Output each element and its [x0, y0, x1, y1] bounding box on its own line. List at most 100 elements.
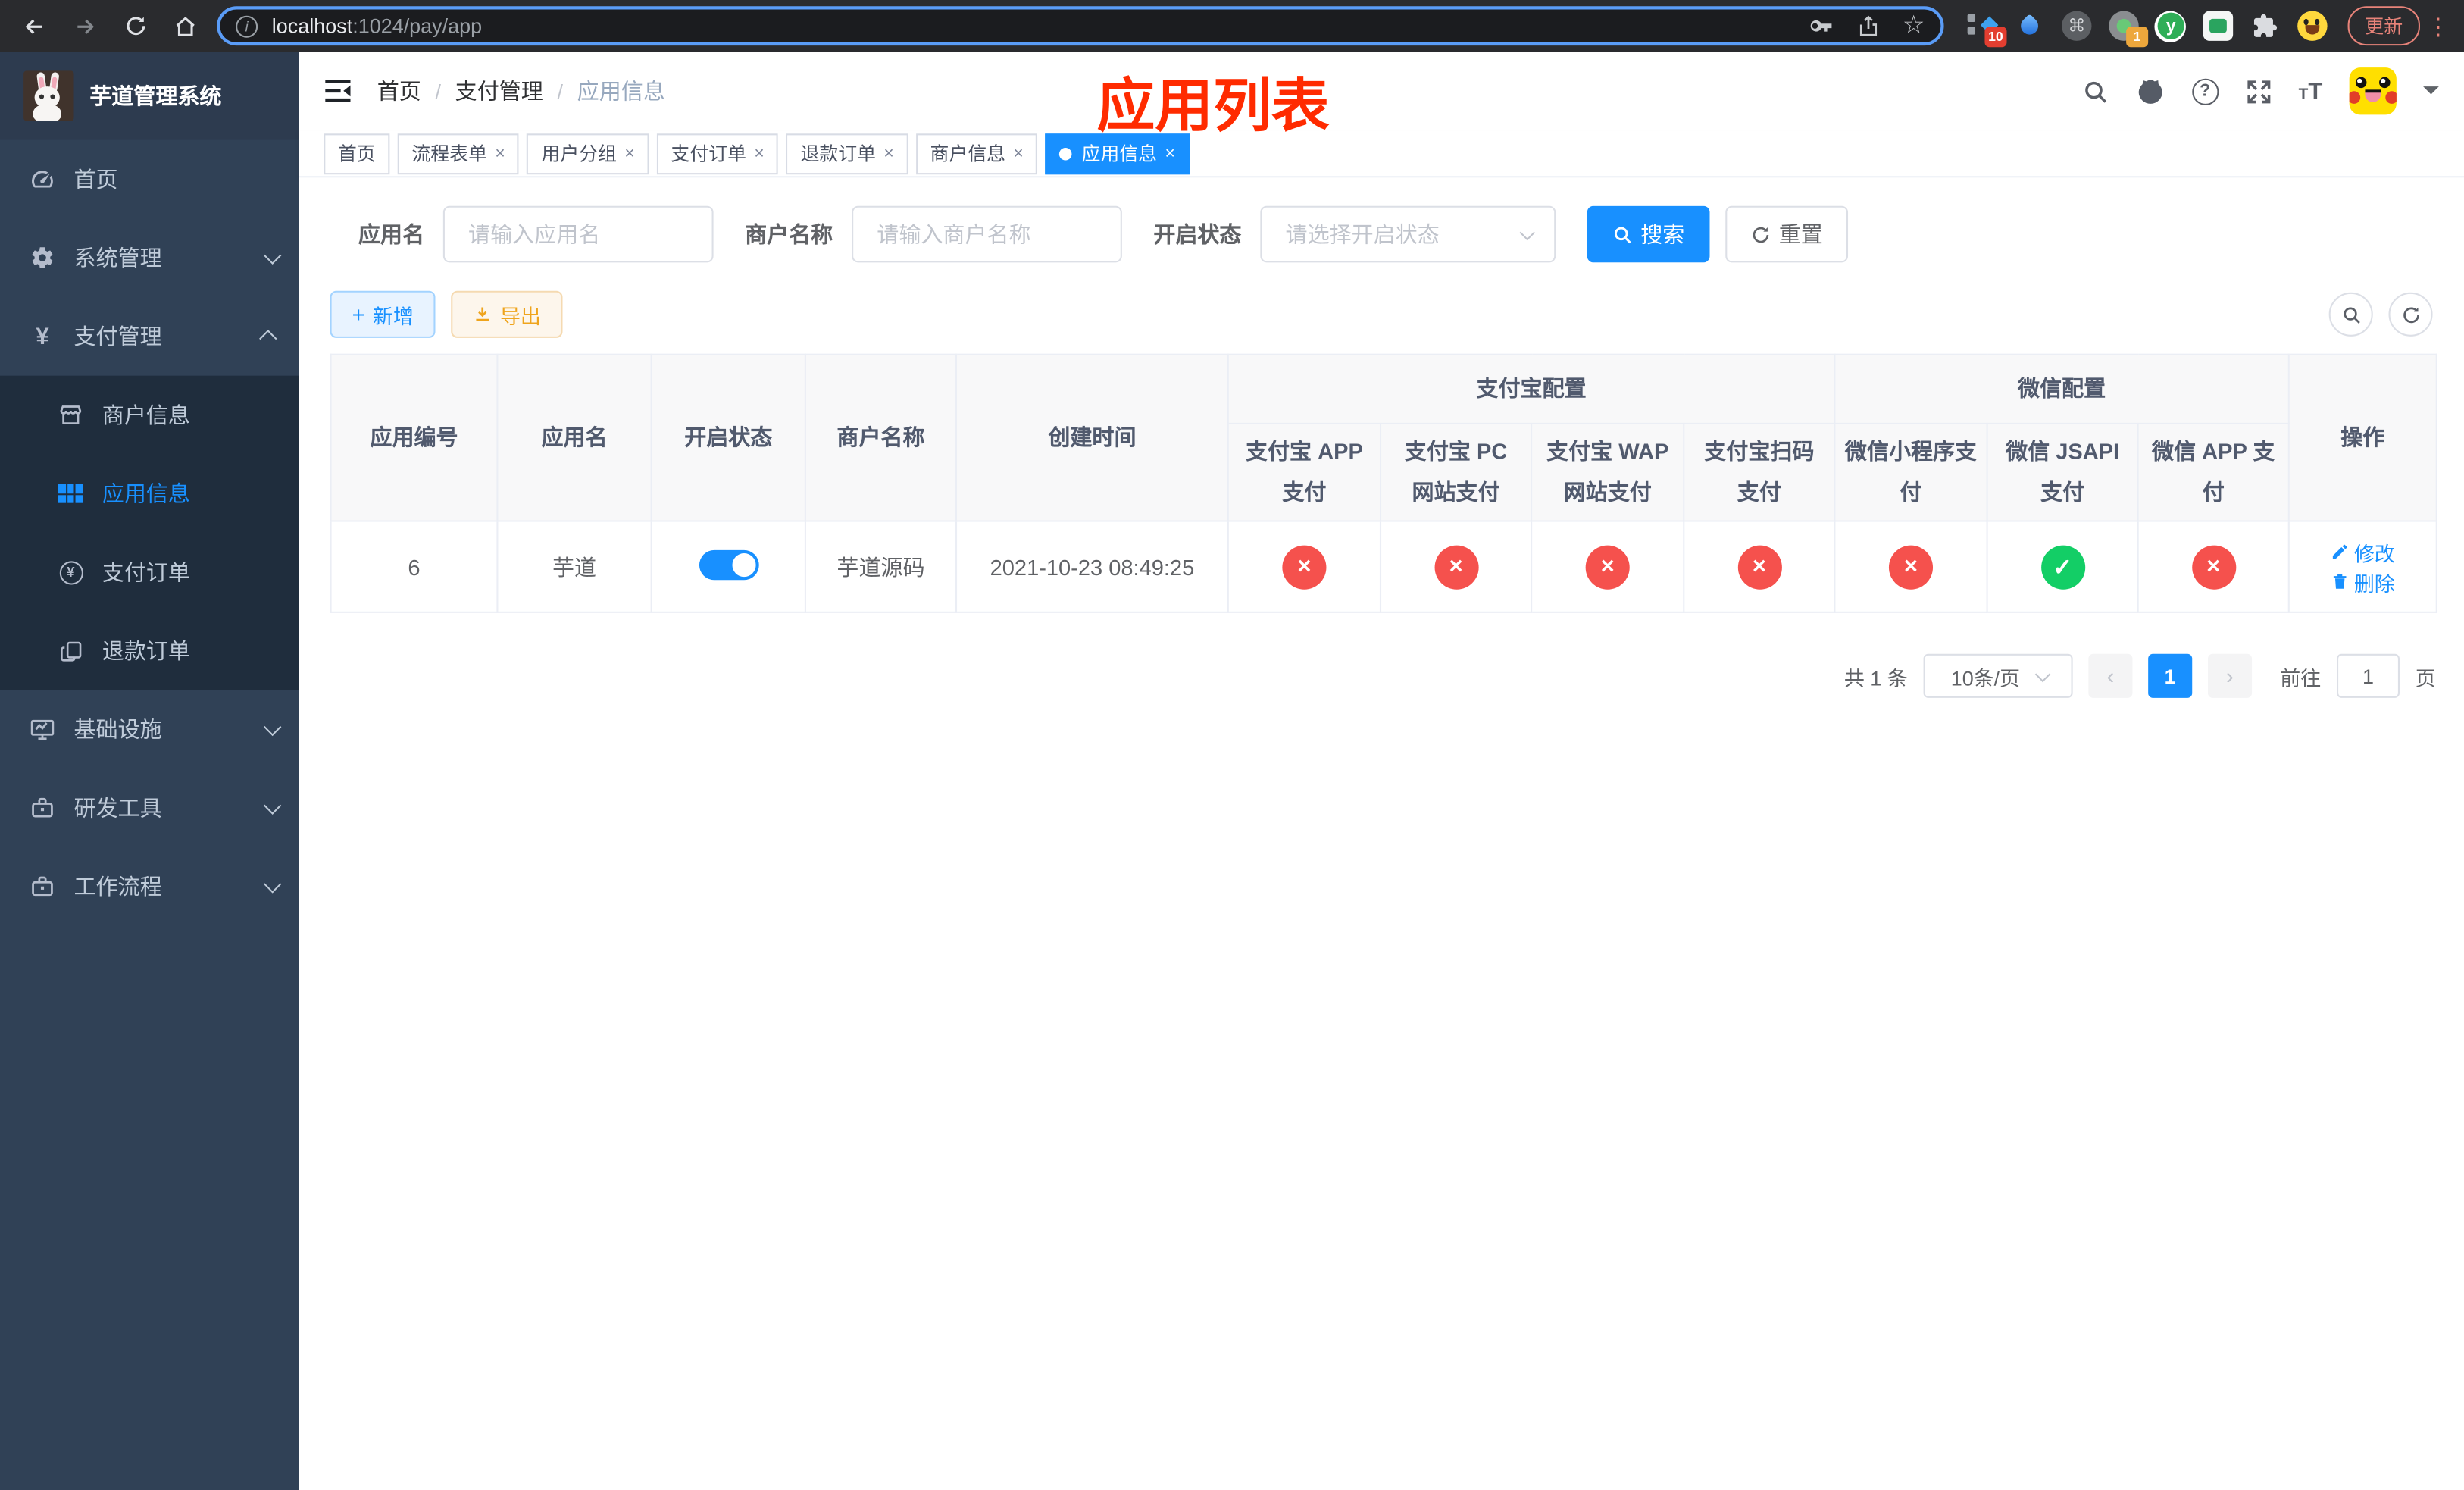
- user-avatar[interactable]: [2349, 67, 2397, 115]
- font-size-icon[interactable]: TT: [2299, 78, 2323, 105]
- add-button[interactable]: + 新增: [330, 290, 436, 338]
- status-disabled-icon: ×: [2191, 544, 2236, 589]
- extension-icon[interactable]: y: [2154, 9, 2187, 42]
- extensions-puzzle-icon[interactable]: [2249, 9, 2282, 42]
- refresh-button[interactable]: [2388, 292, 2433, 337]
- pay-status-cell: ✓: [1986, 520, 2139, 613]
- sidebar-item-label: 首页: [73, 166, 118, 193]
- delete-link[interactable]: 删除: [2331, 567, 2395, 596]
- user-menu-caret-icon[interactable]: [2423, 86, 2439, 102]
- fullscreen-icon[interactable]: [2245, 78, 2272, 105]
- sidebar-item-system[interactable]: 系统管理: [0, 218, 299, 297]
- browser-update-button[interactable]: 更新: [2347, 6, 2420, 46]
- status-disabled-icon: ×: [1282, 544, 1327, 589]
- close-icon[interactable]: ×: [1013, 144, 1023, 163]
- extension-icon[interactable]: 10: [1966, 9, 2007, 48]
- status-select[interactable]: 请选择开启状态: [1260, 205, 1556, 263]
- sidebar-item-infrastructure[interactable]: 基础设施: [0, 690, 299, 768]
- extension-icon[interactable]: [2202, 9, 2235, 42]
- url-text: localhost:1024/pay/app: [271, 14, 483, 38]
- column-header: 创建时间: [955, 353, 1229, 522]
- status-toggle[interactable]: [698, 549, 758, 580]
- column-header: 支付宝 WAP 网站支付: [1531, 422, 1685, 522]
- sidebar-item-label: 支付订单: [102, 559, 190, 585]
- pay-status-cell: ×: [2137, 520, 2290, 613]
- browser-reload-button[interactable]: [116, 7, 154, 45]
- profile-avatar-icon[interactable]: [2296, 9, 2329, 42]
- chevron-down-icon: [263, 875, 282, 894]
- close-icon[interactable]: ×: [624, 144, 634, 163]
- sidebar-item-merchant-info[interactable]: 商户信息: [0, 376, 299, 455]
- github-icon[interactable]: [2135, 77, 2165, 106]
- search-button[interactable]: 搜索: [1587, 205, 1710, 263]
- chevron-up-icon: [259, 330, 277, 348]
- prev-page-button[interactable]: ‹: [2088, 653, 2133, 698]
- app-name-input[interactable]: [442, 205, 714, 263]
- tab-refund-orders[interactable]: 退款订单 ×: [786, 133, 908, 174]
- show-search-button[interactable]: [2328, 292, 2373, 337]
- breadcrumb-home[interactable]: 首页: [377, 76, 421, 107]
- sidebar-item-pay-orders[interactable]: ¥ 支付订单: [0, 533, 299, 612]
- close-icon[interactable]: ×: [883, 144, 893, 163]
- sidebar-item-refund-orders[interactable]: 退款订单: [0, 612, 299, 690]
- bookmark-star-icon[interactable]: ☆: [1903, 13, 1925, 39]
- sidebar-item-dev-tools[interactable]: 研发工具: [0, 768, 299, 847]
- sidebar-item-home[interactable]: 首页: [0, 140, 299, 219]
- tab-user-group[interactable]: 用户分组 ×: [527, 133, 649, 174]
- tab-process-form[interactable]: 流程表单 ×: [397, 133, 520, 174]
- extension-icon[interactable]: 1: [2107, 9, 2149, 48]
- close-icon[interactable]: ×: [754, 144, 764, 163]
- close-icon[interactable]: ×: [495, 144, 505, 163]
- merchant-name-input[interactable]: [852, 205, 1122, 263]
- breadcrumb-payment[interactable]: 支付管理: [455, 76, 543, 107]
- search-icon[interactable]: [2081, 78, 2108, 105]
- address-bar[interactable]: i localhost:1024/pay/app ☆: [217, 6, 1944, 46]
- toolbox-icon: [30, 874, 55, 899]
- grid-icon: [58, 481, 83, 506]
- goto-page-input[interactable]: [2337, 653, 2400, 698]
- export-button[interactable]: 导出: [451, 290, 563, 338]
- navbar-actions: ? TT: [2081, 67, 2439, 115]
- tab-merchant-info[interactable]: 商户信息 ×: [915, 133, 1038, 174]
- column-header: 微信 APP 支付: [2137, 422, 2290, 522]
- browser-home-button[interactable]: [167, 7, 205, 45]
- extension-icon[interactable]: ⌘: [2060, 9, 2093, 42]
- password-key-icon[interactable]: [1806, 13, 1833, 39]
- browser-back-button[interactable]: [16, 7, 54, 45]
- status-enabled-icon: ✓: [2040, 544, 2085, 589]
- extension-badge: 10: [1984, 27, 2007, 48]
- close-icon[interactable]: ×: [1165, 144, 1174, 163]
- yen-circle-icon: ¥: [58, 559, 83, 584]
- filter-form: 应用名 商户名称 开启状态 请选择开启状态: [330, 205, 2433, 263]
- goto-label: 前往: [2280, 665, 2322, 690]
- app-logo[interactable]: 芋道管理系统: [0, 52, 299, 140]
- extension-icon[interactable]: [2013, 9, 2047, 42]
- next-page-button[interactable]: ›: [2207, 653, 2252, 698]
- browser-forward-button[interactable]: [66, 7, 104, 45]
- extension-badge: 1: [2126, 27, 2149, 48]
- plus-icon: +: [352, 302, 365, 327]
- browser-menu-icon[interactable]: ⋮: [2426, 12, 2450, 40]
- column-header: 应用编号: [330, 353, 499, 522]
- reset-button[interactable]: 重置: [1725, 205, 1849, 263]
- current-page-button[interactable]: 1: [2148, 653, 2193, 698]
- sidebar-toggle-icon[interactable]: [324, 79, 352, 104]
- monitor-icon: [30, 717, 55, 742]
- edit-link[interactable]: 修改: [2331, 537, 2395, 566]
- status-disabled-icon: ×: [1434, 544, 1478, 589]
- sidebar-item-app-info[interactable]: 应用信息: [0, 454, 299, 533]
- tab-pay-orders[interactable]: 支付订单 ×: [656, 133, 779, 174]
- pay-status-cell: ×: [1379, 520, 1533, 613]
- sidebar-item-payment[interactable]: ¥ 支付管理: [0, 297, 299, 376]
- page-size-select[interactable]: 10条/页: [1923, 653, 2073, 698]
- cell-app-name: 芋道: [496, 520, 652, 613]
- column-header: 微信 JSAPI 支付: [1986, 422, 2139, 522]
- app-title: 芋道管理系统: [89, 83, 222, 109]
- tab-home[interactable]: 首页: [324, 133, 390, 174]
- page-annotation: 应用列表: [1096, 74, 1330, 139]
- help-icon[interactable]: ?: [2191, 77, 2219, 105]
- tags-view: 首页 流程表单 × 用户分组 × 支付订单 × 退款订单 × 商户信息 × 应用信息 ×: [299, 130, 2464, 178]
- site-info-icon[interactable]: i: [236, 14, 258, 37]
- sidebar-item-workflow[interactable]: 工作流程: [0, 847, 299, 926]
- share-icon[interactable]: [1856, 14, 1881, 39]
